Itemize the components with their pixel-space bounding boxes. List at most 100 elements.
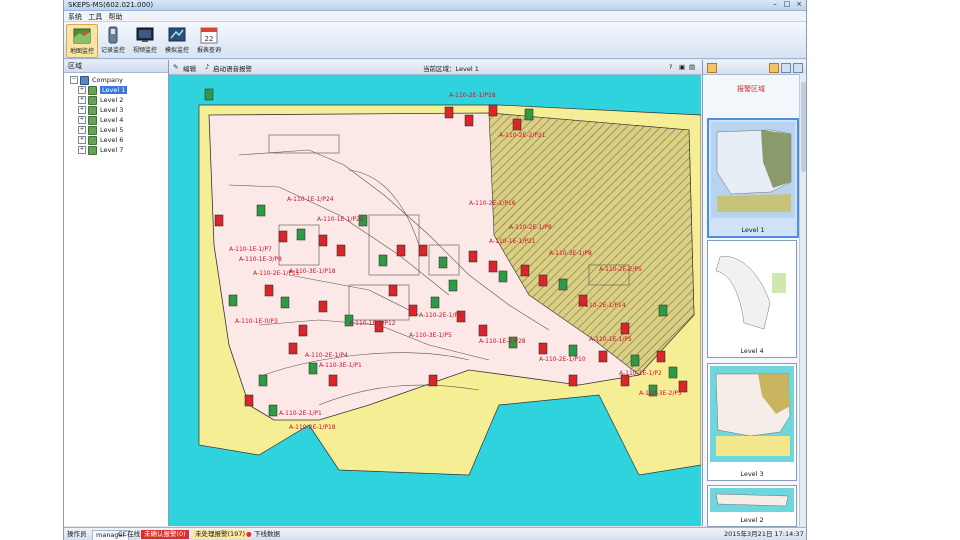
expand-icon[interactable]: + bbox=[78, 86, 86, 94]
alarm-sensor-marker[interactable] bbox=[512, 118, 522, 131]
help-icon[interactable]: ? bbox=[669, 63, 672, 71]
alarm-sensor-marker[interactable] bbox=[464, 114, 474, 127]
alarm-sensor-marker[interactable] bbox=[288, 342, 298, 355]
tree-level-item[interactable]: + Level 4 bbox=[70, 115, 168, 125]
normal-sensor-marker[interactable] bbox=[378, 254, 388, 267]
alarm-sensor-marker[interactable] bbox=[538, 274, 548, 287]
normal-sensor-marker[interactable] bbox=[268, 404, 278, 417]
alarm-sensor-marker[interactable] bbox=[388, 284, 398, 297]
tree-level-label: Level 7 bbox=[100, 146, 124, 154]
tree-level-item[interactable]: + Level 3 bbox=[70, 105, 168, 115]
alarm-sensor-marker[interactable] bbox=[408, 304, 418, 317]
save-icon[interactable]: ▣ bbox=[679, 63, 685, 71]
alarm-sensor-marker[interactable] bbox=[656, 350, 666, 363]
area-tree-panel: 区域 − Company + Level 1 + Level 2 + Level 3 + Le… bbox=[64, 60, 169, 526]
close-button[interactable]: × bbox=[795, 1, 803, 8]
maximize-button[interactable]: □ bbox=[783, 1, 791, 8]
alarm-sensor-marker[interactable] bbox=[488, 260, 498, 273]
alarm-sensor-marker[interactable] bbox=[318, 234, 328, 247]
alarm-sensor-marker[interactable] bbox=[444, 106, 454, 119]
expand-icon[interactable]: + bbox=[78, 96, 86, 104]
normal-sensor-marker[interactable] bbox=[658, 304, 668, 317]
normal-sensor-marker[interactable] bbox=[204, 88, 214, 101]
alarm-sensor-marker[interactable] bbox=[298, 324, 308, 337]
normal-sensor-marker[interactable] bbox=[228, 294, 238, 307]
single-view-icon[interactable] bbox=[769, 63, 779, 73]
alarm-sensor-marker[interactable] bbox=[620, 322, 630, 335]
level-thumbnail[interactable]: Level 2 bbox=[707, 485, 797, 527]
normal-sensor-marker[interactable] bbox=[280, 296, 290, 309]
edit-icon[interactable]: ✎ bbox=[173, 63, 178, 71]
tree-level-item[interactable]: + Level 2 bbox=[70, 95, 168, 105]
normal-sensor-marker[interactable] bbox=[256, 204, 266, 217]
voice-alarm-icon[interactable]: ♪ bbox=[205, 63, 209, 71]
record-monitor-button[interactable]: 记录监控 bbox=[98, 24, 128, 56]
alarm-sensor-marker[interactable] bbox=[418, 244, 428, 257]
menu-help[interactable]: 帮助 bbox=[108, 12, 122, 22]
normal-sensor-marker[interactable] bbox=[498, 270, 508, 283]
tree-level-item[interactable]: + Level 1 bbox=[70, 85, 168, 95]
expand-icon[interactable]: + bbox=[78, 106, 86, 114]
alarm-sensor-marker[interactable] bbox=[244, 394, 254, 407]
alarm-sensor-marker[interactable] bbox=[468, 250, 478, 263]
normal-sensor-marker[interactable] bbox=[630, 354, 640, 367]
print-icon[interactable]: ▤ bbox=[689, 63, 695, 71]
minimize-button[interactable]: – bbox=[771, 1, 779, 8]
normal-sensor-marker[interactable] bbox=[668, 366, 678, 379]
list-view-icon[interactable] bbox=[793, 63, 803, 73]
menu-system[interactable]: 系统 bbox=[68, 12, 82, 22]
level-thumbnail[interactable]: Level 1 bbox=[707, 118, 799, 238]
unacknowledged-alarm-badge[interactable]: 未确认报警(0) bbox=[141, 530, 189, 539]
tree-root[interactable]: − Company bbox=[70, 75, 168, 85]
alarm-sensor-marker[interactable] bbox=[278, 230, 288, 243]
normal-sensor-marker[interactable] bbox=[448, 279, 458, 292]
alarm-sensor-marker[interactable] bbox=[328, 374, 338, 387]
normal-sensor-marker[interactable] bbox=[524, 108, 534, 121]
offline-data-link[interactable]: 下线数据 bbox=[254, 530, 280, 539]
thumbnail-scrollbar[interactable] bbox=[799, 74, 806, 526]
alarm-sensor-marker[interactable] bbox=[214, 214, 224, 227]
normal-sensor-marker[interactable] bbox=[438, 256, 448, 269]
alarm-sensor-marker[interactable] bbox=[520, 264, 530, 277]
floor-map[interactable]: A-110-2E-1/P18 A-110-1E-1/P24 A-110-1E-1/P… bbox=[169, 75, 701, 526]
menu-tools[interactable]: 工具 bbox=[88, 12, 102, 22]
alarm-sensor-marker[interactable] bbox=[568, 374, 578, 387]
collapse-icon[interactable]: − bbox=[70, 76, 78, 84]
normal-sensor-marker[interactable] bbox=[558, 278, 568, 291]
video-monitor-button[interactable]: 视频监控 bbox=[130, 24, 160, 56]
normal-sensor-marker[interactable] bbox=[258, 374, 268, 387]
unhandled-alarm-badge[interactable]: 未处理报警(197) bbox=[192, 530, 248, 539]
expand-icon[interactable]: + bbox=[78, 126, 86, 134]
alarm-sensor-marker[interactable] bbox=[478, 324, 488, 337]
alarm-sensor-marker[interactable] bbox=[264, 284, 274, 297]
alarm-sensor-marker[interactable] bbox=[538, 342, 548, 355]
level-thumbnail[interactable]: Level 3 bbox=[707, 363, 797, 481]
report-query-button[interactable]: 22 报表查询 bbox=[194, 24, 224, 56]
voice-alarm-button[interactable]: 启动语音报警 bbox=[213, 63, 252, 73]
alarm-sensor-marker[interactable] bbox=[396, 244, 406, 257]
level-thumbnail[interactable]: Level 4 bbox=[707, 240, 797, 358]
tree-level-item[interactable]: + Level 5 bbox=[70, 125, 168, 135]
alarm-sensor-marker[interactable] bbox=[598, 350, 608, 363]
alarm-sensor-marker[interactable] bbox=[488, 104, 498, 117]
simulate-monitor-button[interactable]: 模拟监控 bbox=[162, 24, 192, 56]
tile-view-icon[interactable] bbox=[781, 63, 791, 73]
floor-plan-drawing[interactable]: A-110-2E-1/P18 A-110-1E-1/P24 A-110-1E-1/P… bbox=[169, 75, 701, 526]
normal-sensor-marker[interactable] bbox=[430, 296, 440, 309]
normal-sensor-marker[interactable] bbox=[296, 228, 306, 241]
area-tree: − Company + Level 1 + Level 2 + Level 3 + Level… bbox=[64, 73, 168, 155]
expand-icon[interactable]: + bbox=[78, 116, 86, 124]
edit-button[interactable]: 编辑 bbox=[183, 63, 196, 73]
alarm-sensor-marker[interactable] bbox=[318, 300, 328, 313]
alarm-sensor-marker[interactable] bbox=[336, 244, 346, 257]
scrollbar-thumb[interactable] bbox=[801, 82, 806, 172]
expand-icon[interactable]: + bbox=[78, 146, 86, 154]
normal-sensor-marker[interactable] bbox=[568, 344, 578, 357]
map-monitor-button[interactable]: 地图监控 bbox=[66, 24, 98, 58]
tree-level-item[interactable]: + Level 6 bbox=[70, 135, 168, 145]
normal-sensor-marker[interactable] bbox=[308, 362, 318, 375]
alarm-sensor-marker[interactable] bbox=[428, 374, 438, 387]
expand-icon[interactable]: + bbox=[78, 136, 86, 144]
grid-view-icon[interactable] bbox=[707, 63, 717, 73]
tree-level-item[interactable]: + Level 7 bbox=[70, 145, 168, 155]
